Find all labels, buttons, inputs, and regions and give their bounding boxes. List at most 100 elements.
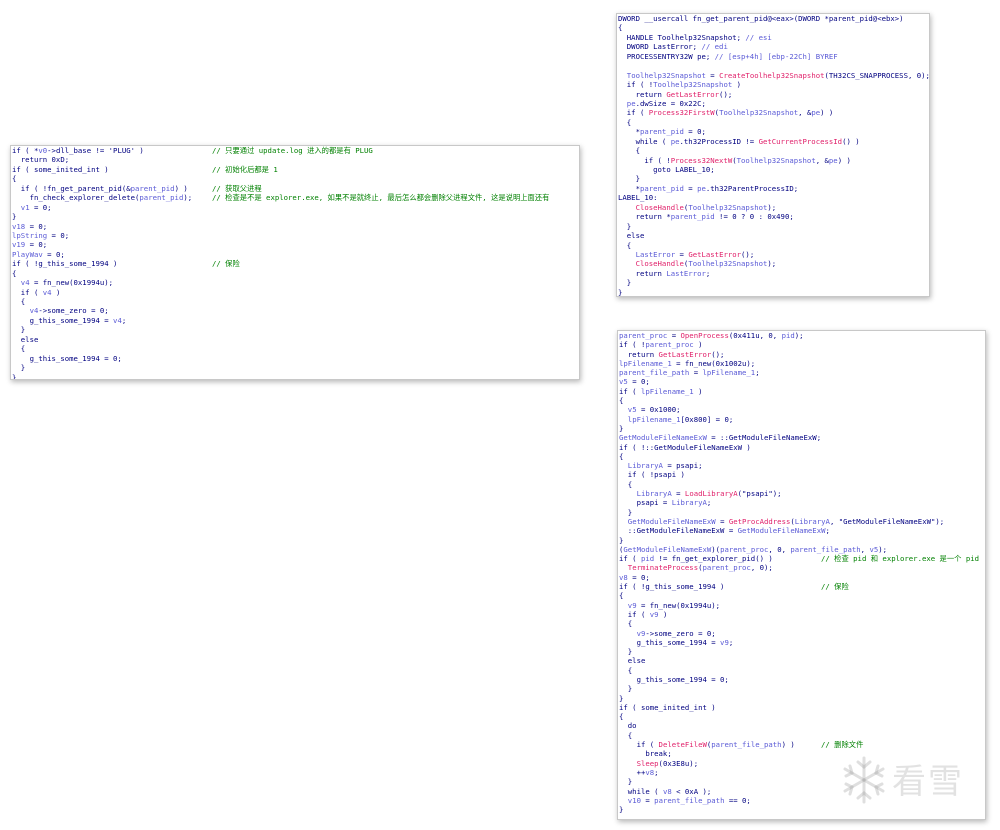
code-token: ; <box>121 315 127 325</box>
code-line: if ( Process32FirstW(Toolhelp32Snapshot,… <box>617 108 929 117</box>
code-panel-main: if ( *v0->dll_base != 'PLUG' ) // 只要通过 up… <box>10 145 580 380</box>
code-token: = <box>689 368 703 378</box>
code-token: pe <box>626 98 636 108</box>
code-line: lpString = 0; <box>11 231 579 240</box>
code-token: { <box>618 23 623 33</box>
code-token: ) <box>732 80 742 90</box>
code-token: PlayWav <box>12 249 43 259</box>
code-token: (0x3E8u); <box>658 758 699 768</box>
code-token: return <box>618 268 667 278</box>
code-token: { <box>619 712 624 722</box>
code-line: } <box>11 363 579 372</box>
code-line: { <box>618 666 985 675</box>
code-token: Toolhelp32Snapshot <box>688 202 768 212</box>
code-token: if ( !psapi ) <box>619 470 685 480</box>
code-token: break; <box>619 749 672 759</box>
code-token: } <box>619 647 633 657</box>
code-token: LastError <box>666 268 706 278</box>
code-token: parent_file_path <box>619 368 690 378</box>
code-line: TerminateProcess(parent_proc, 0); <box>618 563 985 572</box>
code-token: = 0; <box>29 202 52 212</box>
code-token: = <box>675 249 689 259</box>
code-token: pe <box>697 183 706 193</box>
code-token: CreateToolhelp32Snapshot <box>719 70 825 80</box>
code-token: = 0x1000; <box>636 405 681 415</box>
code-token: ); <box>767 202 777 212</box>
code-token: psapi = <box>619 498 672 508</box>
code-token: lpFilename_1 <box>627 414 681 424</box>
code-line: } <box>618 424 985 433</box>
code-token: TerminateProcess <box>627 563 699 573</box>
code-token: { <box>619 665 633 675</box>
code-line: v1 = 0; <box>11 203 579 212</box>
code-token: Toolhelp32Snapshot <box>736 155 816 165</box>
code-line: if ( v4 ) <box>11 288 579 297</box>
code-token: ; <box>705 268 711 278</box>
code-token: ) ) <box>837 155 851 165</box>
code-token: LastError <box>635 249 676 259</box>
code-token: if ( !g_this_some_1994 ) <box>12 259 118 269</box>
code-token: parent_proc <box>702 563 751 573</box>
code-line: } <box>618 647 985 656</box>
code-token: LibraryA <box>627 461 663 471</box>
code-token: return * <box>618 212 671 222</box>
code-token: ; <box>825 526 830 536</box>
code-token: DWORD LastError; <box>618 42 702 52</box>
code-token: v4 <box>113 315 122 325</box>
code-line: if ( !Toolhelp32Snapshot ) <box>617 80 929 89</box>
code-token: lpFilename_1 <box>640 386 694 396</box>
code-token: v8 <box>619 572 628 582</box>
code-line: g_this_some_1994 = v4; <box>11 316 579 325</box>
code-token: GetModuleFileNameExW <box>737 526 826 536</box>
code-token: { <box>618 146 640 156</box>
code-token: = fn_new(0x1994u); <box>29 278 114 288</box>
code-token: (); <box>719 89 733 99</box>
code-token: = <box>715 516 729 526</box>
code-token: { <box>12 268 17 278</box>
code-token: } <box>618 174 640 184</box>
code-token: Toolhelp32Snapshot <box>688 259 768 269</box>
code-token: ) ) <box>174 183 188 193</box>
code-line: parent_proc = OpenProcess(0x411u, 0, pid… <box>618 331 985 340</box>
code-token: pid <box>640 554 655 564</box>
code-token: v5 <box>627 405 637 415</box>
code-line: } <box>618 684 985 693</box>
code-token: = ::GetModuleFileNameExW; <box>706 433 822 443</box>
code-token: = 0; <box>683 127 706 137</box>
code-token: v5 <box>869 544 879 554</box>
code-token: // [esp+4h] [ebp-22Ch] BYREF <box>714 51 838 61</box>
code-line: if ( pid != fn_get_explorer_pid() ) // 检查… <box>618 554 985 563</box>
code-token: parent_pid <box>639 127 684 137</box>
code-token: Toolhelp32Snapshot <box>719 108 799 118</box>
code-token: } <box>619 805 624 815</box>
code-line: return *parent_pid != 0 ? 0 : 0x490; <box>617 212 929 221</box>
code-line: return GetLastError(); <box>618 350 985 359</box>
code-line: { <box>11 344 579 353</box>
code-token: = <box>705 70 720 80</box>
code-token: v4 <box>20 278 30 288</box>
code-token: parent_proc <box>720 544 769 554</box>
code-line: { <box>617 241 929 250</box>
code-token: < 0xA ); <box>671 786 712 796</box>
code-token: pe <box>811 108 821 118</box>
code-token: LibraryA <box>671 498 707 508</box>
code-line: parent_file_path = lpFilename_1; <box>618 368 985 377</box>
code-comment: // 只要通过 update.log 进入的都是有 PLUG <box>212 146 373 155</box>
code-token: { <box>12 344 26 354</box>
code-token: GetCurrentProcessId <box>758 136 843 146</box>
code-token: if ( ! <box>618 155 671 165</box>
code-token: ); <box>183 193 193 203</box>
code-token: LABEL_10: <box>618 193 658 203</box>
code-line: } <box>618 777 985 786</box>
code-token: != fn_get_explorer_pid() ) <box>654 554 773 564</box>
code-line: while ( v8 < 0xA ); <box>618 787 985 796</box>
